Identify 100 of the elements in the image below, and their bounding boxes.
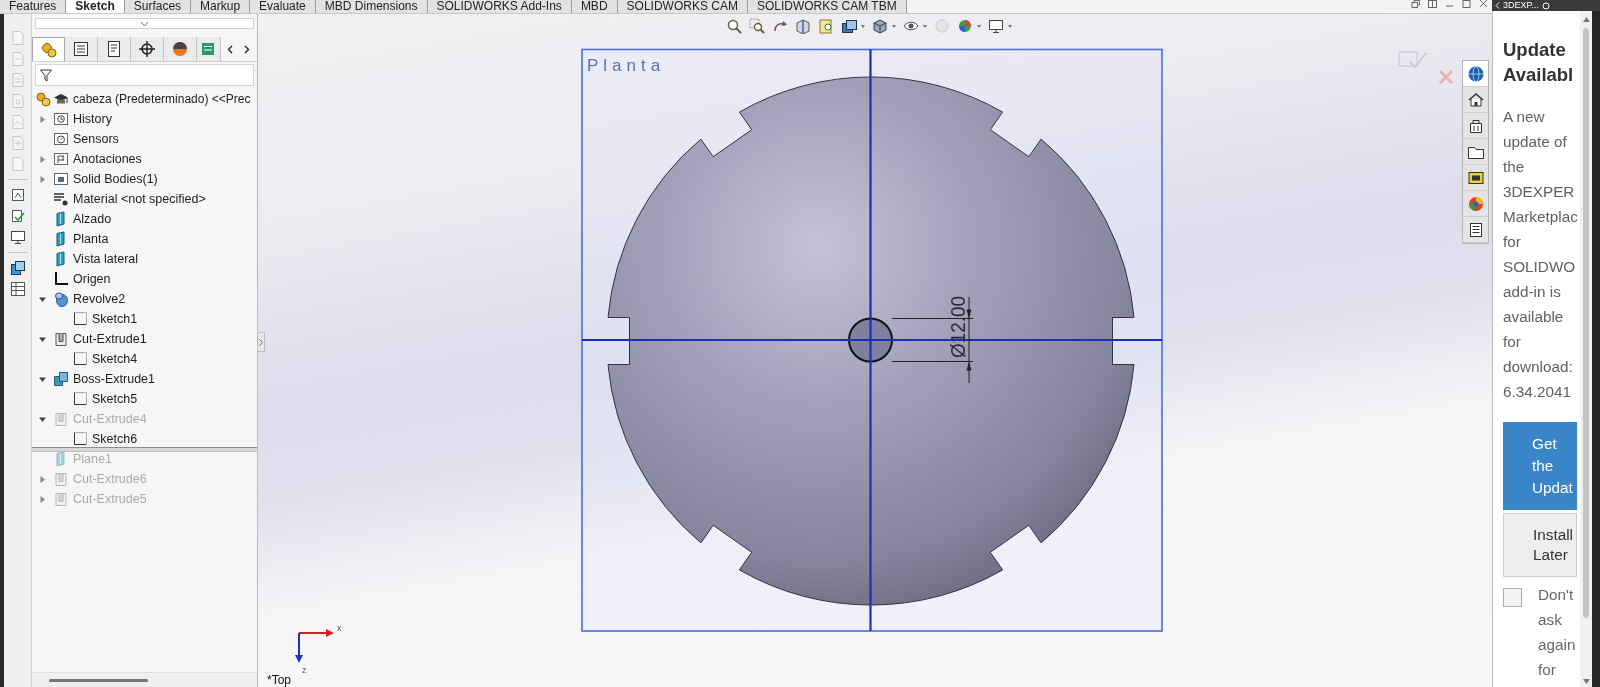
tree-item[interactable]: Vista lateral: [73, 251, 139, 267]
scrollbar-thumb[interactable]: [1583, 28, 1589, 618]
home-icon: [1466, 90, 1485, 109]
close-icon[interactable]: [1479, 0, 1488, 8]
sketch-icon: [72, 391, 88, 407]
gears-icon: [35, 91, 51, 107]
command-tab[interactable]: Sketch: [66, 0, 125, 13]
flag-box-icon: [53, 151, 69, 167]
chevron-left-icon[interactable]: [226, 44, 233, 54]
cap-icon: [53, 91, 69, 107]
tree-item[interactable]: Planta: [73, 231, 109, 247]
center-hole: [848, 317, 893, 363]
command-tab[interactable]: MBD: [571, 0, 618, 13]
panel-tab[interactable]: [164, 37, 197, 61]
half-sphere-icon: [171, 40, 189, 58]
magnifier-icon[interactable]: [726, 18, 744, 34]
tree-item[interactable]: cabeza (Predeterminado) <<Prec: [73, 91, 251, 107]
color-sphere-icon[interactable]: [957, 18, 983, 34]
origin-icon: [53, 271, 69, 287]
tree-item[interactable]: Cut-Extrude1: [73, 331, 147, 347]
command-tab[interactable]: MBD Dimensions: [315, 0, 428, 13]
checkbox[interactable]: [1503, 588, 1522, 607]
command-tab[interactable]: Evaluate: [250, 0, 316, 13]
material-icon: [53, 191, 69, 207]
restore-icon[interactable]: [1411, 0, 1420, 8]
get-update-button[interactable]: Get the Updat: [1503, 422, 1577, 510]
curved-arrow-icon[interactable]: [772, 18, 790, 34]
cut-extrude-icon: [53, 491, 69, 507]
tree-item[interactable]: Sketch6: [92, 431, 138, 447]
panel-tab[interactable]: [98, 37, 131, 61]
tree-item[interactable]: Sensors: [73, 131, 119, 147]
z-axis-arrow: [295, 632, 303, 663]
tree-item[interactable]: Sketch4: [92, 351, 138, 367]
sketch-icon: [72, 351, 88, 367]
install-later-button[interactable]: Install Later: [1503, 513, 1577, 577]
gears-icon: [39, 40, 58, 59]
panel-tab[interactable]: [65, 37, 98, 61]
collapse-caret-icon[interactable]: [140, 20, 149, 27]
boss-extrude-icon: [53, 371, 69, 387]
maximize-icon[interactable]: [1462, 0, 1471, 8]
sheet-list-icon: [105, 40, 123, 58]
tile-icon[interactable]: [1428, 0, 1437, 8]
gauge-box-icon: [53, 131, 69, 147]
scroll-down-icon[interactable]: [1582, 679, 1590, 684]
clock-box-icon: [53, 111, 69, 127]
collapse-handle[interactable]: [258, 332, 265, 352]
task-pane-tab[interactable]: [1463, 61, 1488, 87]
axis-label: z: [302, 665, 307, 675]
tree-item[interactable]: Revolve2: [73, 291, 126, 307]
plane-label: Planta: [587, 56, 666, 75]
sketch-icon: [72, 431, 88, 447]
revolve-icon: [53, 291, 69, 307]
view-name: *Top: [267, 674, 292, 687]
funnel-icon: [40, 68, 52, 82]
folder-icon: [53, 171, 69, 187]
command-tab[interactable]: SOLIDWORKS CAM: [617, 0, 748, 13]
magnifier-box-icon[interactable]: [749, 18, 767, 34]
tree-item[interactable]: Boss-Extrude1: [73, 371, 155, 387]
update-title: Update Availabl: [1503, 38, 1575, 87]
axis-label: x: [337, 623, 342, 633]
globe-icon: [1466, 64, 1485, 83]
stacked-cubes-icon[interactable]: [841, 18, 867, 34]
tree-item[interactable]: Anotaciones: [73, 151, 142, 167]
command-tab[interactable]: Markup: [191, 0, 251, 13]
filter-field[interactable]: [35, 64, 254, 86]
cut-extrude-icon: [53, 471, 69, 487]
scrollbar-thumb[interactable]: [49, 678, 148, 682]
tree-item[interactable]: Origen: [73, 271, 111, 287]
tree-item[interactable]: Sketch5: [92, 391, 138, 407]
sketch-box-icon[interactable]: [9, 187, 26, 203]
x-axis-arrow: [298, 629, 334, 637]
table-icon[interactable]: [9, 281, 26, 297]
section-cube-icon[interactable]: [795, 18, 813, 34]
chevron-right-icon[interactable]: [243, 44, 250, 54]
shaded-cube-icon[interactable]: [872, 18, 898, 34]
chevron-right-icon: [259, 338, 263, 346]
scroll-up-icon[interactable]: [1582, 17, 1590, 22]
crosshair-icon: [138, 40, 156, 58]
checkbox-label: Don't ask again for: [1538, 585, 1577, 680]
command-tab[interactable]: Surfaces: [124, 0, 192, 13]
monitor-icon[interactable]: [9, 229, 26, 245]
command-tab[interactable]: SOLIDWORKS Add-Ins: [427, 0, 572, 13]
pin-icon[interactable]: [1541, 1, 1550, 10]
update-message: A new update of the 3DEXPER Marketplac for SOLIDWO add-in is available for download: 6.34.2041: [1503, 107, 1579, 402]
pane-title: 3DEXP...: [1503, 0, 1539, 11]
dimension-text[interactable]: Ø12.00: [947, 292, 969, 358]
layers-icon[interactable]: [9, 260, 26, 276]
cut-extrude-icon: [53, 411, 69, 427]
cut-extrude-icon: [53, 331, 69, 347]
checkmark-sheet-icon[interactable]: [9, 208, 26, 224]
command-tab[interactable]: Features: [0, 0, 67, 13]
tree-item[interactable]: Material <not specified>: [73, 191, 206, 207]
tree-item[interactable]: Solid Bodies(1): [73, 171, 158, 187]
tree-item[interactable]: Alzado: [73, 211, 112, 227]
tree-item[interactable]: History: [73, 111, 112, 127]
monitor-icon[interactable]: [988, 18, 1014, 34]
tree-item[interactable]: Sketch1: [92, 311, 138, 327]
command-tab[interactable]: SOLIDWORKS CAM TBM: [747, 0, 907, 13]
color-sphere-icon: [1466, 194, 1485, 213]
panel-tab[interactable]: [131, 37, 164, 61]
